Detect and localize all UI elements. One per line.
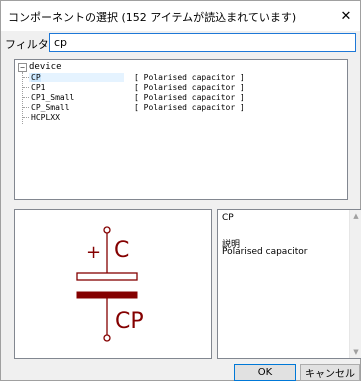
tree-root-device[interactable]: − device [18, 62, 62, 72]
filter-input[interactable] [49, 33, 356, 52]
scroll-down-icon[interactable]: ▼ [350, 346, 361, 358]
tree-item-hcplxx[interactable]: HCPLXX [23, 113, 343, 122]
title-bar: コンポーネントの選択 (152 アイテムが読込まれています) ✕ [1, 1, 360, 31]
scroll-up-icon[interactable]: ▲ [350, 210, 361, 222]
info-component-name: CP [222, 213, 234, 223]
component-info-panel: CP 説明 Polarised capacitor ▲ ▼ [217, 209, 361, 359]
tree-root-label: device [29, 62, 62, 72]
tree-item-cp[interactable]: CP [ Polarised capacitor ] [23, 73, 343, 82]
tree-item-cp1-small[interactable]: CP1_Small [ Polarised capacitor ] [23, 93, 343, 102]
value-label: CP [115, 309, 144, 334]
bottom-pin-icon [103, 334, 111, 342]
filter-row: フィルター: [1, 31, 360, 53]
tree-item-description: [ Polarised capacitor ] [134, 83, 245, 92]
info-scrollbar[interactable]: ▲ ▼ [349, 210, 361, 358]
info-description: Polarised capacitor [222, 247, 308, 257]
tree-item-name: HCPLXX [31, 113, 60, 122]
component-chooser-dialog: コンポーネントの選択 (152 アイテムが読込まれています) ✕ フィルター: … [0, 0, 361, 381]
tree-item-cp1[interactable]: CP1 [ Polarised capacitor ] [23, 83, 343, 92]
tree-item-name: CP1 [31, 83, 46, 92]
ok-button[interactable]: OK [234, 364, 296, 381]
reference-label: C [114, 238, 129, 263]
tree-connector [23, 87, 29, 88]
component-tree[interactable]: − device CP [ Polarised capacitor ] CP1 … [14, 59, 348, 200]
tree-connector [23, 117, 29, 118]
tree-connector [23, 107, 29, 108]
tree-item-description: [ Polarised capacitor ] [134, 93, 245, 102]
top-pin-icon [103, 226, 111, 234]
tree-item-cp-small[interactable]: CP_Small [ Polarised capacitor ] [23, 103, 343, 112]
tree-item-name: CP_Small [31, 103, 70, 112]
tree-item-description: [ Polarised capacitor ] [134, 73, 245, 82]
polarised-capacitor-symbol: + C CP [76, 226, 144, 342]
tree-item-description: [ Polarised capacitor ] [134, 103, 245, 112]
tree-connector [23, 97, 29, 98]
positive-plate [76, 272, 138, 281]
tree-connector [23, 77, 29, 78]
cancel-button[interactable]: キャンセル [300, 364, 360, 381]
tree-item-name: CP [31, 73, 41, 82]
window-title: コンポーネントの選択 (152 アイテムが読込まれています) [8, 11, 297, 24]
symbol-preview: + C CP [14, 209, 212, 359]
tree-item-name: CP1_Small [31, 93, 75, 102]
close-button[interactable]: ✕ [332, 1, 360, 31]
negative-plate [76, 291, 138, 299]
polarity-mark: + [86, 242, 101, 263]
collapse-icon[interactable]: − [18, 62, 27, 72]
